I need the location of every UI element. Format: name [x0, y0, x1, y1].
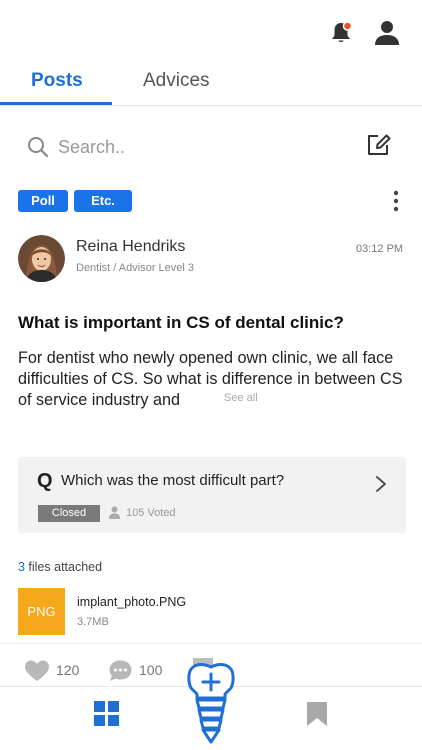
post-body: For dentist who newly opened own clinic,… [18, 349, 403, 409]
file-name[interactable]: implant_photo.PNG [77, 595, 186, 609]
user-icon[interactable] [373, 20, 401, 46]
tab-bar: Posts Advices [0, 64, 422, 106]
post-title[interactable]: What is important in CS of dental clinic… [18, 313, 344, 333]
tab-posts[interactable]: Posts [31, 70, 83, 92]
poll-status-badge: Closed [38, 505, 100, 522]
edit-icon[interactable] [365, 132, 391, 158]
more-options-icon[interactable] [386, 188, 406, 214]
tab-advices[interactable]: Advices [143, 70, 210, 92]
top-bar [0, 0, 422, 64]
avatar[interactable] [18, 235, 65, 282]
tag-etc[interactable]: Etc. [74, 190, 132, 212]
add-implant-icon[interactable] [186, 660, 236, 746]
like-count: 120 [56, 662, 80, 678]
search-icon [28, 137, 49, 158]
comment-count: 100 [139, 662, 163, 678]
poll-card[interactable]: Q Which was the most difficult part? Clo… [18, 457, 406, 533]
bell-icon[interactable] [328, 20, 354, 46]
chevron-right-icon [376, 476, 386, 492]
post-time: 03:12 PM [356, 243, 404, 255]
poll-question: Which was the most difficult part? [61, 472, 285, 489]
files-label: files attached [24, 560, 103, 574]
files-attached-label: 3 files attached [18, 560, 102, 574]
tag-poll[interactable]: Poll [18, 190, 68, 212]
comment-icon[interactable] [108, 659, 133, 683]
file-thumbnail[interactable]: PNG [18, 588, 65, 635]
files-count: 3 [18, 560, 25, 574]
active-tab-indicator [0, 102, 112, 105]
author-role: Dentist / Advisor Level 3 [76, 262, 195, 274]
bookmark-icon[interactable] [306, 701, 328, 727]
file-size: 3.7MB [77, 616, 109, 628]
heart-icon[interactable] [24, 659, 50, 683]
see-all-link[interactable]: See all [224, 392, 258, 404]
author-name[interactable]: Reina Hendriks [76, 238, 185, 256]
poll-voted-count: 105 Voted [126, 507, 176, 519]
search-input[interactable] [58, 134, 338, 160]
grid-icon[interactable] [94, 701, 119, 726]
divider [0, 643, 422, 644]
person-icon [109, 506, 120, 519]
poll-q-label: Q [37, 470, 53, 492]
